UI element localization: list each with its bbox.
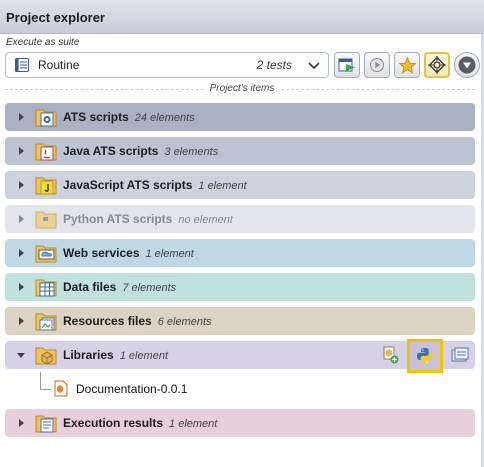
tree-item-count: 7 elements (122, 282, 177, 294)
panel-title: Project explorer (6, 10, 105, 25)
star-icon (398, 56, 416, 74)
collapse-arrow-icon[interactable] (17, 352, 25, 358)
tree-item-title: Execution results 1 element (63, 416, 218, 430)
tree-item-libraries[interactable]: Libraries 1 element (5, 339, 475, 373)
section-label-text: Project's items (204, 83, 280, 94)
library-child-item[interactable]: Documentation-0.0.1 (76, 382, 187, 396)
expand-arrow-icon[interactable] (19, 283, 24, 291)
tree-item-data-files[interactable]: Data files 7 elements (5, 273, 475, 301)
python-icon (417, 348, 433, 364)
expand-arrow-icon[interactable] (19, 181, 24, 189)
suite-test-count: 2 tests (256, 58, 292, 72)
target-button[interactable] (424, 52, 450, 78)
tree-item-count: 1 element (198, 180, 247, 192)
javascript-folder-icon (35, 177, 57, 195)
favorite-button[interactable] (394, 52, 420, 78)
chevron-down-icon[interactable] (307, 58, 321, 72)
add-library-icon[interactable] (383, 346, 399, 364)
tree-item-count: 1 element (145, 248, 194, 260)
tree-item-count: 3 elements (164, 146, 219, 158)
expand-arrow-icon[interactable] (19, 147, 24, 155)
library-actions (383, 339, 469, 373)
play-icon (370, 58, 384, 72)
tree-item-title: Java ATS scripts 3 elements (63, 144, 219, 158)
tree-item-title: Resources files 6 elements (63, 314, 212, 328)
tree-item-title: Python ATS scripts no element (63, 212, 233, 226)
target-icon (428, 56, 446, 74)
expand-arrow-icon[interactable] (19, 317, 24, 325)
open-library-folder-icon[interactable] (451, 347, 469, 363)
expand-arrow-icon[interactable] (19, 113, 24, 121)
results-folder-icon (35, 415, 57, 433)
tree-item-count: 6 elements (157, 316, 212, 328)
tree-item-title: JavaScript ATS scripts 1 element (63, 178, 247, 192)
web-services-folder-icon (35, 245, 57, 263)
add-python-library-button[interactable] (407, 339, 443, 373)
python-folder-icon (35, 211, 57, 229)
tree-item-title: ATS scripts 24 elements (63, 110, 195, 124)
java-folder-icon (35, 143, 57, 161)
run-suite-button[interactable] (334, 52, 360, 78)
tree-connector (40, 389, 51, 390)
tree-item-count: no element (178, 214, 233, 226)
tree-item-resources-files[interactable]: Resources files 6 elements (5, 307, 475, 335)
tree-item-title: Web services 1 element (63, 246, 194, 260)
tree-item-count: 1 element (169, 418, 218, 430)
panel-header: Project explorer (0, 0, 484, 34)
filter-icon (458, 56, 476, 74)
tree-item-web-services[interactable]: Web services 1 element (5, 239, 475, 267)
library-file-icon (54, 380, 68, 397)
ats-scripts-folder-icon (35, 109, 57, 127)
expand-arrow-icon[interactable] (19, 249, 24, 257)
tree-item-title: Data files 7 elements (63, 280, 177, 294)
tree-item-java-ats-scripts[interactable]: Java ATS scripts 3 elements (5, 137, 475, 165)
run-suite-icon (338, 58, 355, 72)
tree-item-javascript-ats-scripts[interactable]: JavaScript ATS scripts 1 element (5, 171, 475, 199)
tree-connector (40, 372, 41, 389)
suite-selected-value: Routine (38, 58, 80, 72)
resources-folder-icon (35, 313, 57, 331)
filter-button[interactable] (454, 52, 480, 78)
play-button[interactable] (364, 52, 390, 78)
section-label: Project's items (0, 83, 484, 94)
expand-arrow-icon[interactable] (19, 419, 24, 427)
tree-item-execution-results[interactable]: Execution results 1 element (5, 409, 475, 437)
execute-as-suite-label: Execute as suite (6, 37, 80, 48)
suite-select[interactable]: Routine 2 tests (5, 52, 329, 78)
suite-document-icon (15, 58, 29, 72)
tree-item-count: 24 elements (134, 112, 195, 124)
expand-arrow-icon[interactable] (19, 215, 24, 223)
libraries-folder-icon (35, 347, 57, 365)
tree-item-count: 1 element (119, 350, 169, 362)
data-files-folder-icon (35, 279, 57, 297)
tree-item-python-ats-scripts[interactable]: Python ATS scripts no element (5, 205, 475, 233)
tree-item-title: Libraries 1 element (63, 348, 169, 362)
tree-item-ats-scripts[interactable]: ATS scripts 24 elements (5, 103, 475, 131)
